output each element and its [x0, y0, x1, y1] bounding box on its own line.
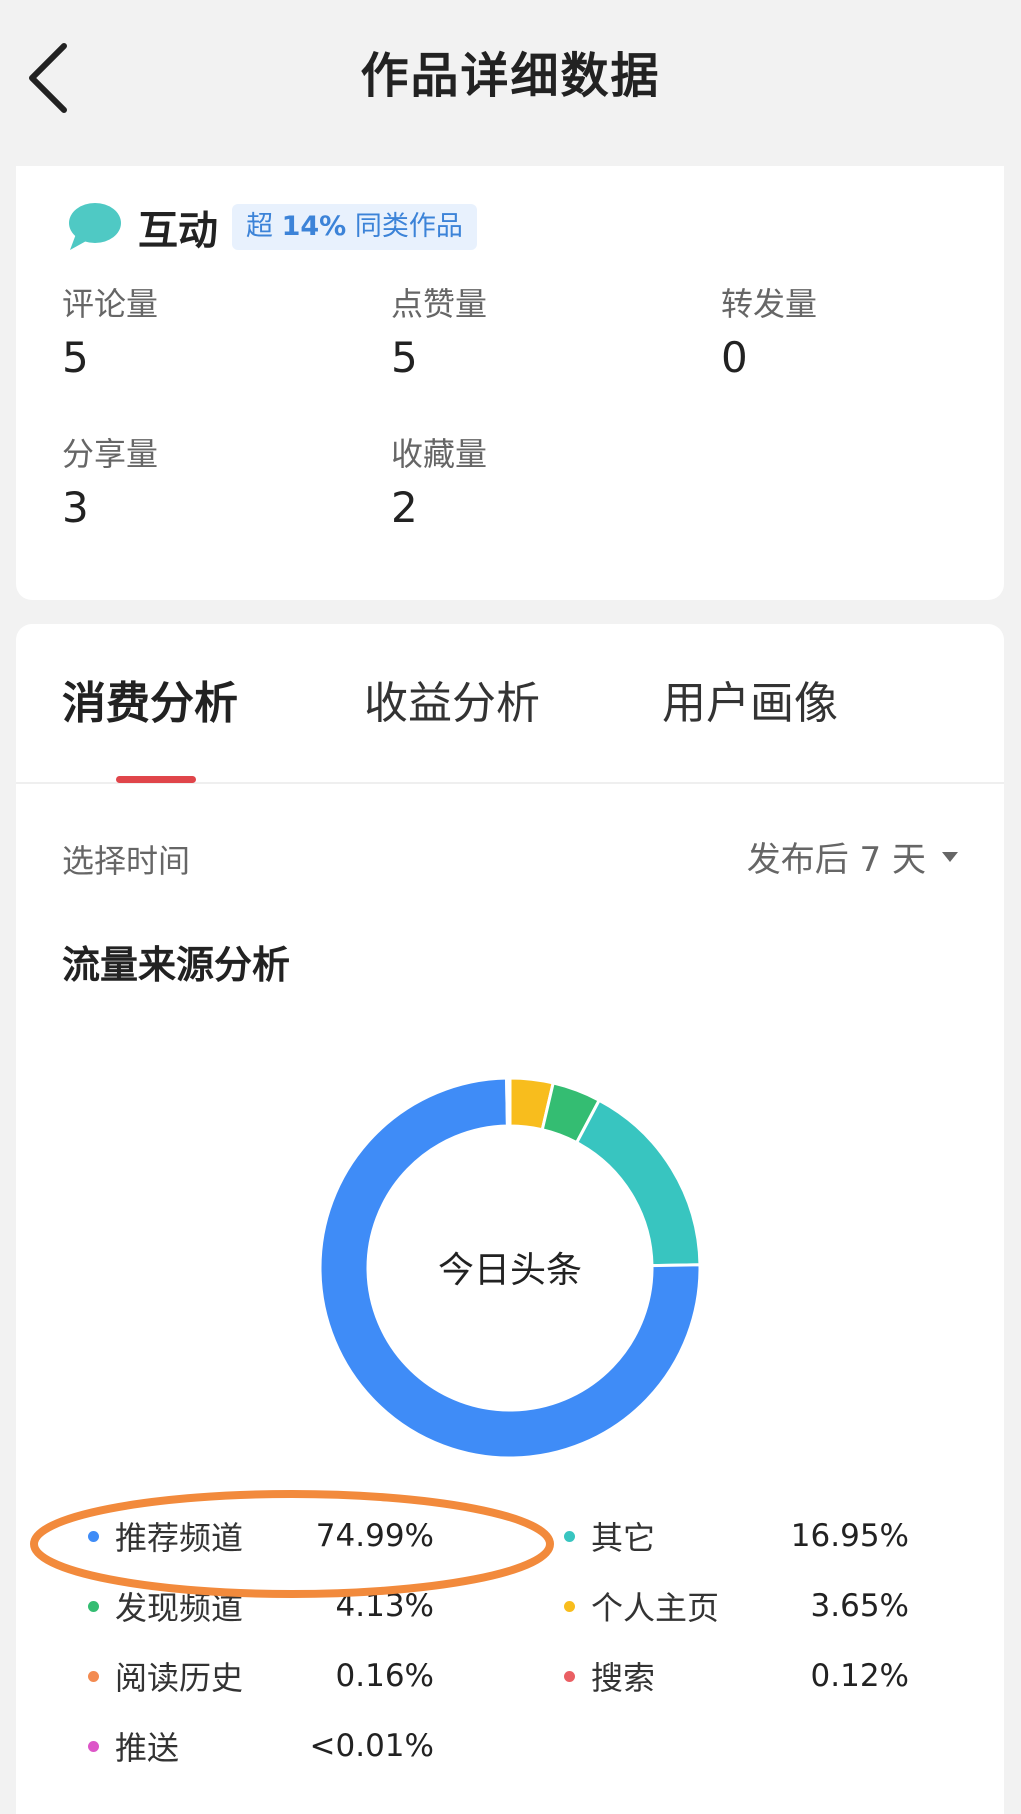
legend-value: <0.01%: [309, 1728, 434, 1764]
donut-slice: [574, 1098, 702, 1268]
chart-title: 流量来源分析: [62, 943, 291, 987]
legend-value: 4.13%: [335, 1588, 434, 1624]
badge-value: 14%: [281, 211, 347, 242]
interaction-card: 互动 超 14% 同类作品 评论量 5 点赞量 5 转发量 0 分享量 3 收藏…: [16, 166, 1004, 600]
metric-label: 点赞量: [391, 285, 488, 323]
legend-item: 搜索: [564, 1652, 655, 1700]
metric-value: 3: [62, 483, 89, 532]
legend-value: 0.16%: [335, 1658, 434, 1694]
legend-label: 搜索: [591, 1659, 656, 1697]
tab-consumption-analysis[interactable]: 消费分析: [62, 674, 238, 734]
legend-dot-icon: [564, 1600, 575, 1612]
legend-item: 推荐频道: [88, 1512, 243, 1560]
metric-reposts: 转发量 0: [721, 284, 1021, 386]
metric-label: 评论量: [62, 285, 159, 323]
legend-value: 0.12%: [810, 1658, 909, 1694]
legend-item: 个人主页: [564, 1582, 719, 1630]
interaction-header: 互动 超 14% 同类作品: [64, 196, 477, 258]
active-tab-indicator: [116, 776, 196, 783]
legend-dot-icon: [564, 1530, 575, 1542]
metric-value: 5: [62, 333, 89, 382]
legend-label: 推送: [115, 1729, 180, 1767]
metric-comments: 评论量 5: [62, 284, 362, 386]
legend-item: 其它: [564, 1512, 655, 1560]
tab-user-profile[interactable]: 用户画像: [662, 674, 838, 734]
metric-label: 转发量: [721, 285, 818, 323]
percentile-badge: 超 14% 同类作品: [232, 204, 477, 250]
metric-favorites: 收藏量 2: [391, 434, 691, 536]
legend-value: 74.99%: [315, 1518, 434, 1554]
legend-item: 发现频道: [88, 1582, 243, 1630]
legend-dot-icon: [88, 1600, 99, 1612]
caret-down-icon: [942, 851, 958, 862]
badge-suffix: 同类作品: [354, 211, 463, 242]
metric-value: 0: [721, 333, 748, 382]
legend-label: 发现频道: [115, 1589, 244, 1627]
legend-dot-icon: [88, 1740, 99, 1752]
legend-dot-icon: [88, 1670, 99, 1682]
legend-value: 3.65%: [810, 1588, 909, 1624]
time-filter-value: 发布后 7 天: [746, 840, 926, 880]
legend-item: 阅读历史: [88, 1652, 243, 1700]
time-filter-label: 选择时间: [62, 842, 191, 880]
page-title: 作品详细数据: [360, 48, 661, 104]
metric-likes: 点赞量 5: [391, 284, 691, 386]
donut-center-label: 今日头条: [438, 1250, 582, 1291]
metric-shares: 分享量 3: [62, 434, 362, 536]
badge-prefix: 超: [246, 211, 273, 242]
legend-label: 推荐频道: [115, 1519, 244, 1557]
legend-label: 阅读历史: [115, 1659, 244, 1697]
time-filter-dropdown[interactable]: 发布后 7 天: [747, 832, 960, 881]
analysis-card: 消费分析 收益分析 用户画像 选择时间 发布后 7 天 流量来源分析 今日头条 …: [16, 624, 1004, 1814]
metric-value: 2: [391, 483, 418, 532]
top-bar: 作品详细数据: [0, 0, 1021, 140]
traffic-source-donut-chart: 今日头条: [318, 1076, 702, 1460]
chat-bubble-icon: [69, 203, 121, 250]
legend-label: 个人主页: [591, 1589, 720, 1627]
legend-item: 推送: [88, 1722, 179, 1770]
legend-label: 其它: [591, 1519, 656, 1557]
analysis-tabs: 消费分析 收益分析 用户画像: [16, 624, 1004, 784]
metric-value: 5: [391, 333, 418, 382]
legend-value: 16.95%: [790, 1518, 909, 1554]
legend-dot-icon: [88, 1530, 99, 1542]
metric-label: 收藏量: [391, 435, 488, 473]
tab-revenue-analysis[interactable]: 收益分析: [364, 674, 540, 734]
metric-label: 分享量: [62, 435, 159, 473]
legend-dot-icon: [564, 1670, 575, 1682]
interaction-title: 互动: [138, 208, 218, 254]
